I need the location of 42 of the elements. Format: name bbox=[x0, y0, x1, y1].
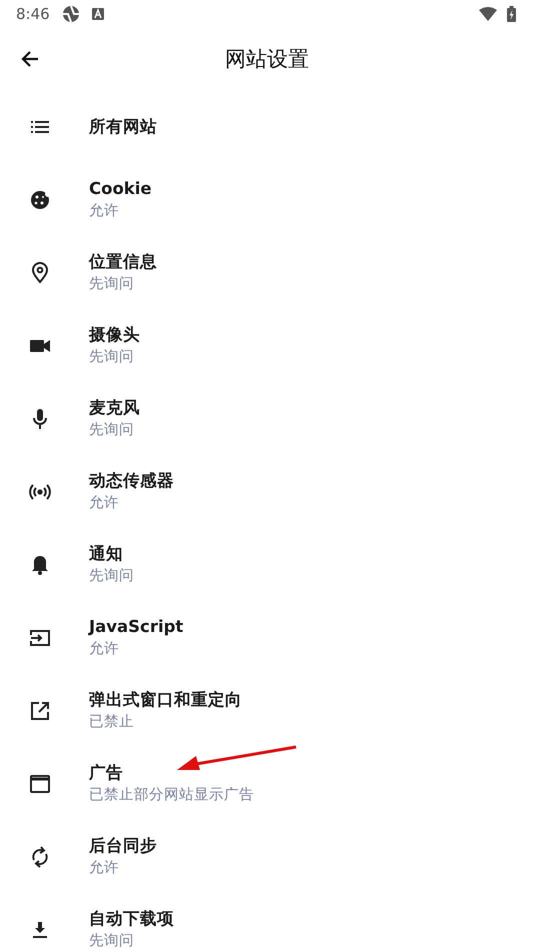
settings-item[interactable]: 动态传感器 允许 bbox=[0, 455, 534, 528]
settings-item[interactable]: 自动下载项 先询问 bbox=[0, 893, 534, 950]
settings-item[interactable]: Cookie 允许 bbox=[0, 163, 534, 236]
settings-item[interactable]: 麦克风 先询问 bbox=[0, 382, 534, 455]
item-title: 广告 bbox=[89, 762, 124, 784]
item-status: 已禁止 bbox=[89, 713, 135, 732]
a-notification-icon bbox=[92, 8, 104, 20]
battery-icon bbox=[507, 6, 516, 22]
item-status: 允许 bbox=[89, 859, 120, 878]
item-title: JavaScript bbox=[89, 616, 184, 638]
item-title: 所有网站 bbox=[89, 116, 157, 138]
status-time: 8:46 bbox=[16, 5, 50, 23]
settings-item[interactable]: 所有网站 bbox=[0, 90, 534, 163]
settings-item[interactable]: 通知 先询问 bbox=[0, 528, 534, 601]
item-title: 麦克风 bbox=[89, 397, 140, 419]
item-title: 通知 bbox=[89, 543, 124, 565]
item-status: 允许 bbox=[89, 202, 120, 221]
item-title: 弹出式窗口和重定向 bbox=[89, 689, 242, 711]
item-status: 先询问 bbox=[89, 567, 134, 586]
settings-item[interactable]: JavaScript 允许 bbox=[0, 601, 534, 674]
item-title: 位置信息 bbox=[89, 251, 157, 273]
item-status: 允许 bbox=[89, 494, 120, 513]
item-status: 先询问 bbox=[89, 932, 135, 950]
item-title: 自动下载项 bbox=[89, 908, 174, 930]
settings-item[interactable]: 弹出式窗口和重定向 已禁止 bbox=[0, 674, 534, 747]
item-title: 后台同步 bbox=[89, 835, 157, 857]
item-title: 动态传感器 bbox=[89, 470, 174, 492]
page-title: 网站设置 bbox=[225, 46, 309, 73]
item-status: 已禁止部分网站显示广告 bbox=[89, 786, 254, 805]
settings-item[interactable]: 广告 已禁止部分网站显示广告 bbox=[0, 747, 534, 820]
settings-item[interactable]: 摄像头 先询问 bbox=[0, 309, 534, 382]
settings-item[interactable]: 后台同步 允许 bbox=[0, 820, 534, 893]
item-title: Cookie bbox=[89, 178, 152, 200]
app-notification-icon bbox=[62, 5, 80, 23]
item-title: 摄像头 bbox=[89, 324, 140, 346]
settings-item[interactable]: 位置信息 先询问 bbox=[0, 236, 534, 309]
wifi-icon bbox=[479, 7, 497, 21]
item-status: 允许 bbox=[89, 640, 120, 659]
item-status: 先询问 bbox=[89, 275, 135, 294]
back-arrow-icon bbox=[20, 49, 40, 69]
item-status: 先询问 bbox=[89, 348, 135, 367]
item-status: 先询问 bbox=[89, 421, 135, 440]
